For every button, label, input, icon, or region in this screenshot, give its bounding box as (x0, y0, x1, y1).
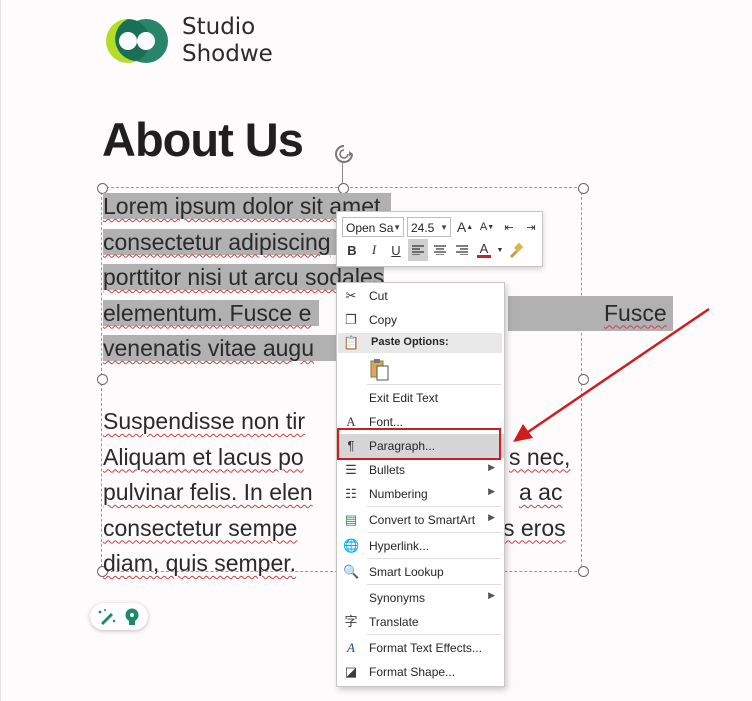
annotation-arrow (513, 307, 710, 442)
